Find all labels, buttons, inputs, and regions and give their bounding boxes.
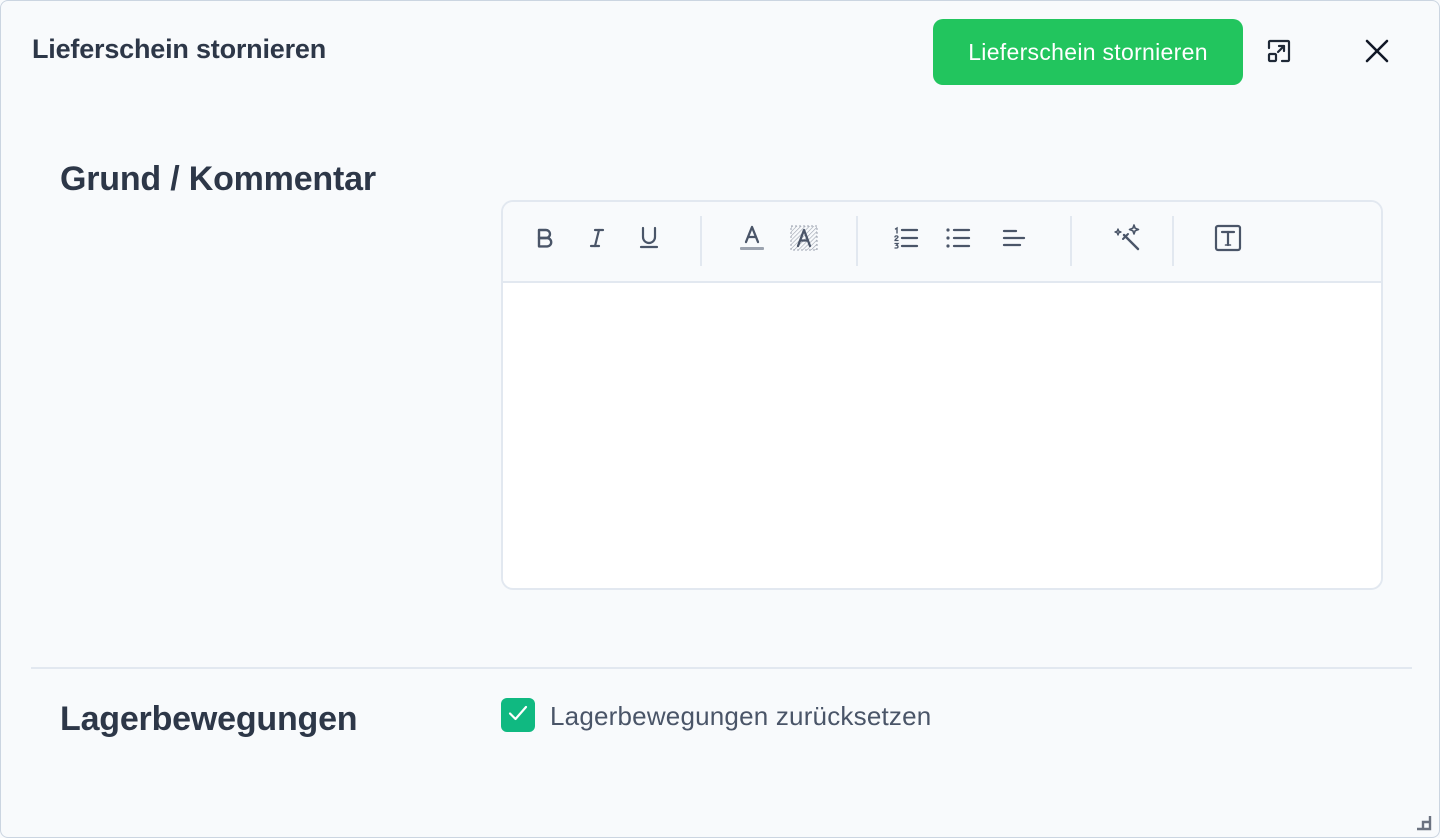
rich-text-editor [501,200,1383,590]
align-left-icon [1002,227,1026,254]
close-button[interactable] [1357,33,1397,73]
dialog-title: Lieferschein stornieren [32,34,326,64]
bullet-list-icon [945,226,971,255]
editor-toolbar [503,202,1381,283]
toolbar-separator [856,216,858,266]
underline-icon [638,226,660,255]
close-icon [1363,37,1391,70]
reset-stock-movements-label[interactable]: Lagerbewegungen zurücksetzen [550,701,931,732]
highlight-icon [790,224,818,257]
bold-button[interactable] [527,222,563,258]
italic-icon [586,227,608,254]
highlight-button[interactable] [786,222,822,258]
cancel-delivery-note-dialog: Lieferschein stornieren Lieferschein sto… [0,0,1440,838]
reason-comment-label: Grund / Kommentar [60,160,376,198]
stock-movements-label: Lagerbewegungen [60,700,358,738]
text-color-icon [739,224,765,257]
resize-handle[interactable] [1414,813,1432,831]
toolbar-separator [1172,216,1174,266]
magic-button[interactable] [1109,222,1145,258]
checkmark-icon [506,701,530,730]
underline-button[interactable] [631,222,667,258]
ordered-list-icon [893,226,919,255]
toolbar-separator [1070,216,1072,266]
toolbar-separator [700,216,702,266]
bullet-list-button[interactable] [940,222,976,258]
resize-icon [1414,816,1432,835]
expand-button[interactable] [1259,33,1299,73]
align-button[interactable] [996,222,1032,258]
magic-wand-icon [1112,223,1142,258]
editor-content-area[interactable] [503,283,1381,583]
section-divider [31,667,1412,669]
bold-icon [534,227,556,254]
expand-icon [1263,35,1295,72]
text-color-button[interactable] [734,222,770,258]
text-template-button[interactable] [1210,222,1246,258]
text-box-icon [1214,224,1242,257]
italic-button[interactable] [579,222,615,258]
ordered-list-button[interactable] [888,222,924,258]
reset-stock-movements-checkbox[interactable] [501,698,535,732]
cancel-delivery-note-button[interactable]: Lieferschein stornieren [933,19,1243,85]
